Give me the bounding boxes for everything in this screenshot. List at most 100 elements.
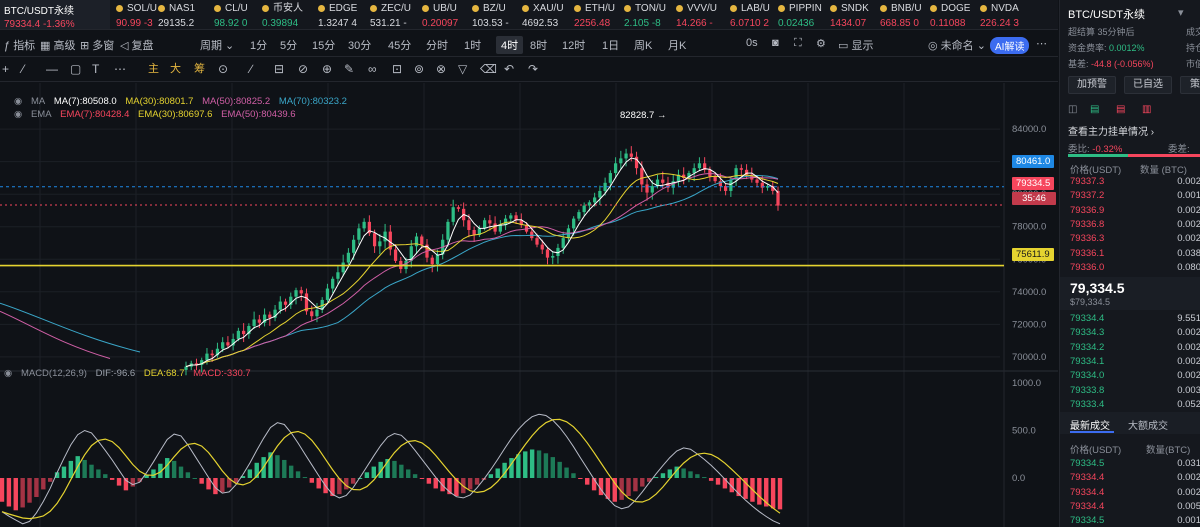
active-ticker[interactable]: BTC/USDT永续 79334.4 -1.36%	[0, 0, 110, 29]
ticker-item[interactable]: VVV/U 14.266 -	[676, 2, 717, 29]
brush-icon[interactable]: ∕	[250, 62, 252, 76]
ticker-item[interactable]: 币安人 0.39894	[262, 2, 303, 29]
favorited-button[interactable]: 已自选	[1124, 76, 1172, 94]
replay-button[interactable]: ◁ 复盘	[120, 37, 154, 53]
eraser-icon[interactable]: ✎	[344, 62, 354, 76]
zoom-icon[interactable]: ⊕	[322, 62, 332, 76]
order-book-row[interactable]: 79334.2 0.002	[1070, 341, 1200, 355]
ticker-item[interactable]: LAB/U 6.0710 2	[730, 2, 770, 29]
sync-icon[interactable]: ⊗	[436, 62, 446, 76]
redo-icon[interactable]: ↷	[528, 62, 538, 76]
tab-latest-trades[interactable]: 最新成交	[1070, 417, 1110, 432]
ticker-item[interactable]: BNB/U 668.85 0	[880, 2, 922, 29]
crosshair-icon[interactable]: +	[2, 62, 9, 76]
order-book-row[interactable]: 79337.2 0.001	[1070, 189, 1200, 203]
rectangle-icon[interactable]: ▢	[70, 62, 81, 76]
ticker-item[interactable]: DOGE 0.11088	[930, 2, 970, 29]
ticker-item[interactable]: XAU/U 4692.53	[522, 2, 564, 29]
order-book-row[interactable]: 79334.4 0.005	[1070, 500, 1200, 514]
fullscreen-icon[interactable]: ⛶	[794, 37, 802, 50]
view-main-orders-link[interactable]: 查看主力挂单情况 ›	[1068, 123, 1154, 138]
text-tool-icon[interactable]: T	[92, 62, 99, 76]
horizontal-line-icon[interactable]: —	[46, 62, 58, 76]
ticker-item[interactable]: TON/U 2.105 -8	[624, 2, 666, 29]
eye-icon[interactable]: ◉	[14, 109, 22, 120]
book-split-icon[interactable]: ▥	[1142, 104, 1151, 115]
ticker-item[interactable]: CL/U 98.92 0	[214, 2, 248, 29]
advanced-button[interactable]: ▦ 高级	[40, 37, 75, 53]
interval-12[interactable]: 周K	[634, 37, 652, 53]
ticker-item[interactable]: EDGE 1.3247 4	[318, 2, 357, 29]
ticker-item[interactable]: ZEC/U 531.21 -	[370, 2, 411, 29]
book-bids-icon[interactable]: ▤	[1090, 104, 1099, 115]
order-book-row[interactable]: 79337.3 0.002	[1070, 175, 1200, 189]
ruler-icon[interactable]: ⊟	[274, 62, 284, 76]
order-book-row[interactable]: 79333.8 0.003	[1070, 384, 1200, 398]
order-book-row[interactable]: 79334.3 0.002	[1070, 326, 1200, 340]
undo-icon[interactable]: ↶	[504, 62, 514, 76]
order-book-row[interactable]: 79334.4 0.002	[1070, 486, 1200, 500]
eye-icon[interactable]: ◉	[4, 368, 12, 379]
period-dropdown[interactable]: 周期 ⌄	[200, 37, 234, 53]
camera-icon[interactable]: ◙	[772, 37, 779, 49]
book-view-icon[interactable]: ◫	[1068, 104, 1077, 115]
lock-icon[interactable]: ⊡	[392, 62, 402, 76]
ticker-item[interactable]: BZ/U 103.53 -	[472, 2, 509, 29]
add-alert-button[interactable]: 加预警	[1068, 76, 1116, 94]
filter-icon[interactable]: ▽	[458, 62, 467, 76]
order-book-row[interactable]: 79334.1 0.002	[1070, 355, 1200, 369]
layout-dropdown[interactable]: ◎ 未命名 ⌄	[928, 37, 986, 53]
more-icon[interactable]: ⋯	[1036, 37, 1047, 50]
indicator-button[interactable]: ƒ 指标	[4, 37, 35, 53]
chip-toggle[interactable]: 筹	[194, 62, 205, 76]
hide-icon[interactable]: ⊚	[414, 62, 424, 76]
ticker-item[interactable]: NVDA 226.24 3	[980, 2, 1019, 29]
settings-icon[interactable]: ⚙	[816, 37, 826, 50]
measure-icon[interactable]: ⊙	[218, 62, 228, 76]
link-icon[interactable]: ⊘	[298, 62, 308, 76]
ray-line-icon[interactable]: ⁄	[22, 62, 24, 76]
tab-big-trades[interactable]: 大额成交	[1128, 417, 1168, 432]
order-book-row[interactable]: 79334.4 9.551	[1070, 312, 1200, 326]
ticker-item[interactable]: PIPPIN 0.02436	[778, 2, 822, 29]
interval-5[interactable]: 45分	[388, 37, 411, 53]
trash-icon[interactable]: ⌫	[480, 62, 497, 76]
display-button[interactable]: ▭ 显示	[838, 37, 873, 53]
ticker-item[interactable]: SOL/U 90.99 -3	[116, 2, 157, 29]
zero-seconds-toggle[interactable]: 0s	[746, 37, 758, 49]
order-book-row[interactable]: 79334.5 0.031	[1070, 457, 1200, 471]
order-book-row[interactable]: 79336.3 0.002	[1070, 232, 1200, 246]
order-book-row[interactable]: 79336.0 0.080	[1070, 261, 1200, 275]
ai-interpret-button[interactable]: AI解读	[990, 37, 1030, 54]
order-book-row[interactable]: 79334.0 0.002	[1070, 369, 1200, 383]
interval-4[interactable]: 30分	[348, 37, 371, 53]
ticker-item[interactable]: NAS1 29135.2	[158, 2, 195, 29]
interval-3[interactable]: 15分	[312, 37, 335, 53]
interval-11[interactable]: 1日	[602, 37, 619, 53]
interval-9[interactable]: 8时	[530, 37, 547, 53]
order-book-row[interactable]: 79334.4 0.002	[1070, 471, 1200, 485]
order-book-row[interactable]: 79333.4 0.052	[1070, 398, 1200, 412]
eye-icon[interactable]: ◉	[14, 96, 22, 107]
interval-6[interactable]: 分时	[426, 37, 448, 53]
big-order-toggle[interactable]: 大	[170, 62, 181, 76]
interval-2[interactable]: 5分	[280, 37, 297, 53]
interval-1[interactable]: 1分	[250, 37, 267, 53]
strategy-button[interactable]: 策略	[1180, 76, 1200, 94]
ticker-item[interactable]: ETH/U 2256.48	[574, 2, 615, 29]
order-book-row[interactable]: 79336.9 0.002	[1070, 204, 1200, 218]
interval-10[interactable]: 12时	[562, 37, 585, 53]
ticker-item[interactable]: SNDK 1434.07	[830, 2, 869, 29]
interval-8[interactable]: 4时	[496, 36, 524, 54]
order-book-row[interactable]: 79336.1 0.038	[1070, 247, 1200, 261]
panel-close-icon[interactable]: ▾	[1178, 6, 1184, 19]
price-chart[interactable]: 84000.082000.080000.078000.076000.074000…	[0, 83, 1058, 527]
book-asks-icon[interactable]: ▤	[1116, 104, 1125, 115]
magnet-icon[interactable]: ∞	[368, 62, 377, 76]
order-book-row[interactable]: 79334.5 0.001	[1070, 514, 1200, 527]
interval-13[interactable]: 月K	[668, 37, 686, 53]
order-book-row[interactable]: 79336.8 0.002	[1070, 218, 1200, 232]
multi-window-button[interactable]: ⊞ 多窗	[80, 37, 114, 53]
more-tools-icon[interactable]: ⋯	[114, 62, 126, 76]
interval-7[interactable]: 1时	[464, 37, 481, 53]
